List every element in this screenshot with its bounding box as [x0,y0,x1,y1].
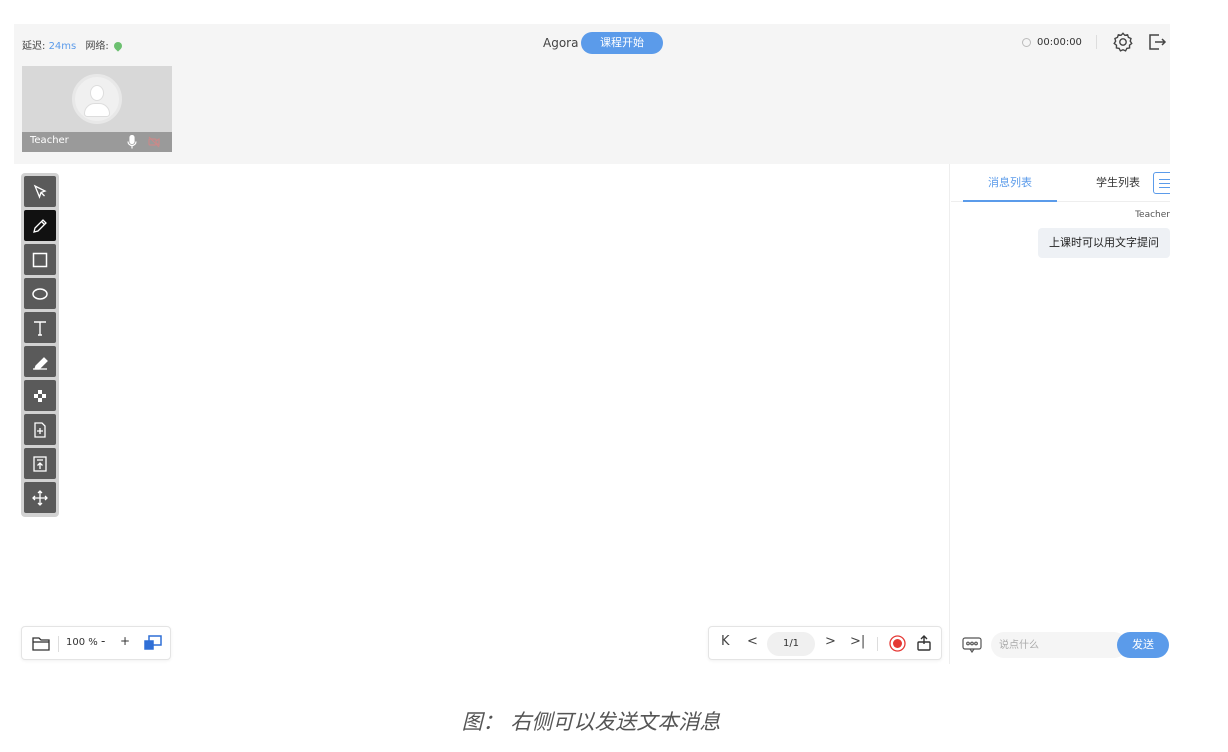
last-page-button[interactable]: >| [850,634,865,649]
text-tool-button[interactable] [24,312,56,343]
delay-label: 延迟: [22,41,46,52]
send-button[interactable]: 发送 [1117,632,1169,658]
class-timer: 00:00:00 [1022,37,1082,48]
room-name: Agora [543,36,579,50]
message-bubble: 上课时可以用文字提问 [1038,228,1170,258]
whiteboard-toolbar [21,173,59,517]
text-icon [34,320,46,336]
divider [1096,35,1097,49]
prev-page-button[interactable]: < [747,634,758,649]
classroom-app: 延迟: 24ms 网络: Agora 课程开始 00:00:00 Teacher [14,24,1170,664]
exit-icon[interactable] [1147,32,1167,52]
whiteboard-area[interactable]: 100 % - + K < 1/1 > >| [14,164,950,664]
divider [58,636,59,652]
message-sender: Teacher [1135,210,1170,220]
network-status: 延迟: 24ms 网络: [22,37,124,52]
color-picker-icon [34,389,46,402]
avatar-head [90,85,104,101]
timer-value: 00:00:00 [1037,37,1082,48]
move-tool-button[interactable] [24,482,56,513]
gear-icon[interactable] [1112,31,1134,53]
tab-messages[interactable]: 消息列表 [963,164,1057,202]
camera-off-icon[interactable] [148,136,160,148]
rectangle-tool-button[interactable] [24,244,56,275]
share-icon[interactable] [915,634,933,652]
tab-students[interactable]: 学生列表 [1091,164,1145,202]
eraser-icon [33,356,48,370]
zoom-controls: 100 % - + [21,626,171,660]
ellipse-tool-button[interactable] [24,278,56,309]
video-name-bar: Teacher [22,132,172,152]
teacher-name: Teacher [30,135,69,146]
add-page-icon [34,421,46,438]
zoom-out-button[interactable]: - [101,634,105,648]
first-page-button[interactable]: K [721,634,730,649]
page-controls: K < 1/1 > >| [708,626,942,660]
delay-value: 24ms [48,41,77,52]
divider [877,637,878,651]
upload-icon [33,455,47,472]
menu-icon[interactable] [1153,172,1170,194]
figure-caption: 图： 右侧可以发送文本消息 [461,710,721,734]
chat-input[interactable] [991,632,1127,658]
zoom-level: 100 % [66,637,98,648]
screen-share-icon[interactable] [143,634,163,652]
pencil-icon [33,218,47,233]
record-icon[interactable] [889,635,906,652]
color-picker-tool-button[interactable] [24,380,56,411]
pencil-tool-button[interactable] [24,210,56,241]
zoom-in-button[interactable]: + [120,634,130,648]
microphone-icon[interactable] [127,135,137,149]
avatar [72,74,122,124]
eraser-tool-button[interactable] [24,346,56,377]
network-label: 网络: [85,41,109,52]
network-signal-icon [112,40,124,52]
top-bar: 延迟: 24ms 网络: Agora 课程开始 00:00:00 Teacher [14,24,1170,164]
next-page-button[interactable]: > [825,634,836,649]
rectangle-icon [32,252,48,267]
selector-tool-button[interactable] [24,176,56,207]
chat-tabs: 消息列表 学生列表 [951,164,1170,202]
page-indicator: 1/1 [767,632,815,656]
chat-panel: 消息列表 学生列表 Teacher 上课时可以用文字提问 发送 [951,164,1170,664]
folder-icon[interactable] [32,635,50,651]
add-page-tool-button[interactable] [24,414,56,445]
chat-bubble-icon[interactable] [962,637,982,653]
teacher-video-tile: Teacher [22,66,172,152]
ellipse-icon [32,287,48,300]
clock-icon [1022,37,1031,47]
start-class-button[interactable]: 课程开始 [581,32,663,54]
upload-tool-button[interactable] [24,448,56,479]
avatar-body [84,103,110,117]
move-icon [32,489,48,506]
selector-icon [33,184,47,199]
